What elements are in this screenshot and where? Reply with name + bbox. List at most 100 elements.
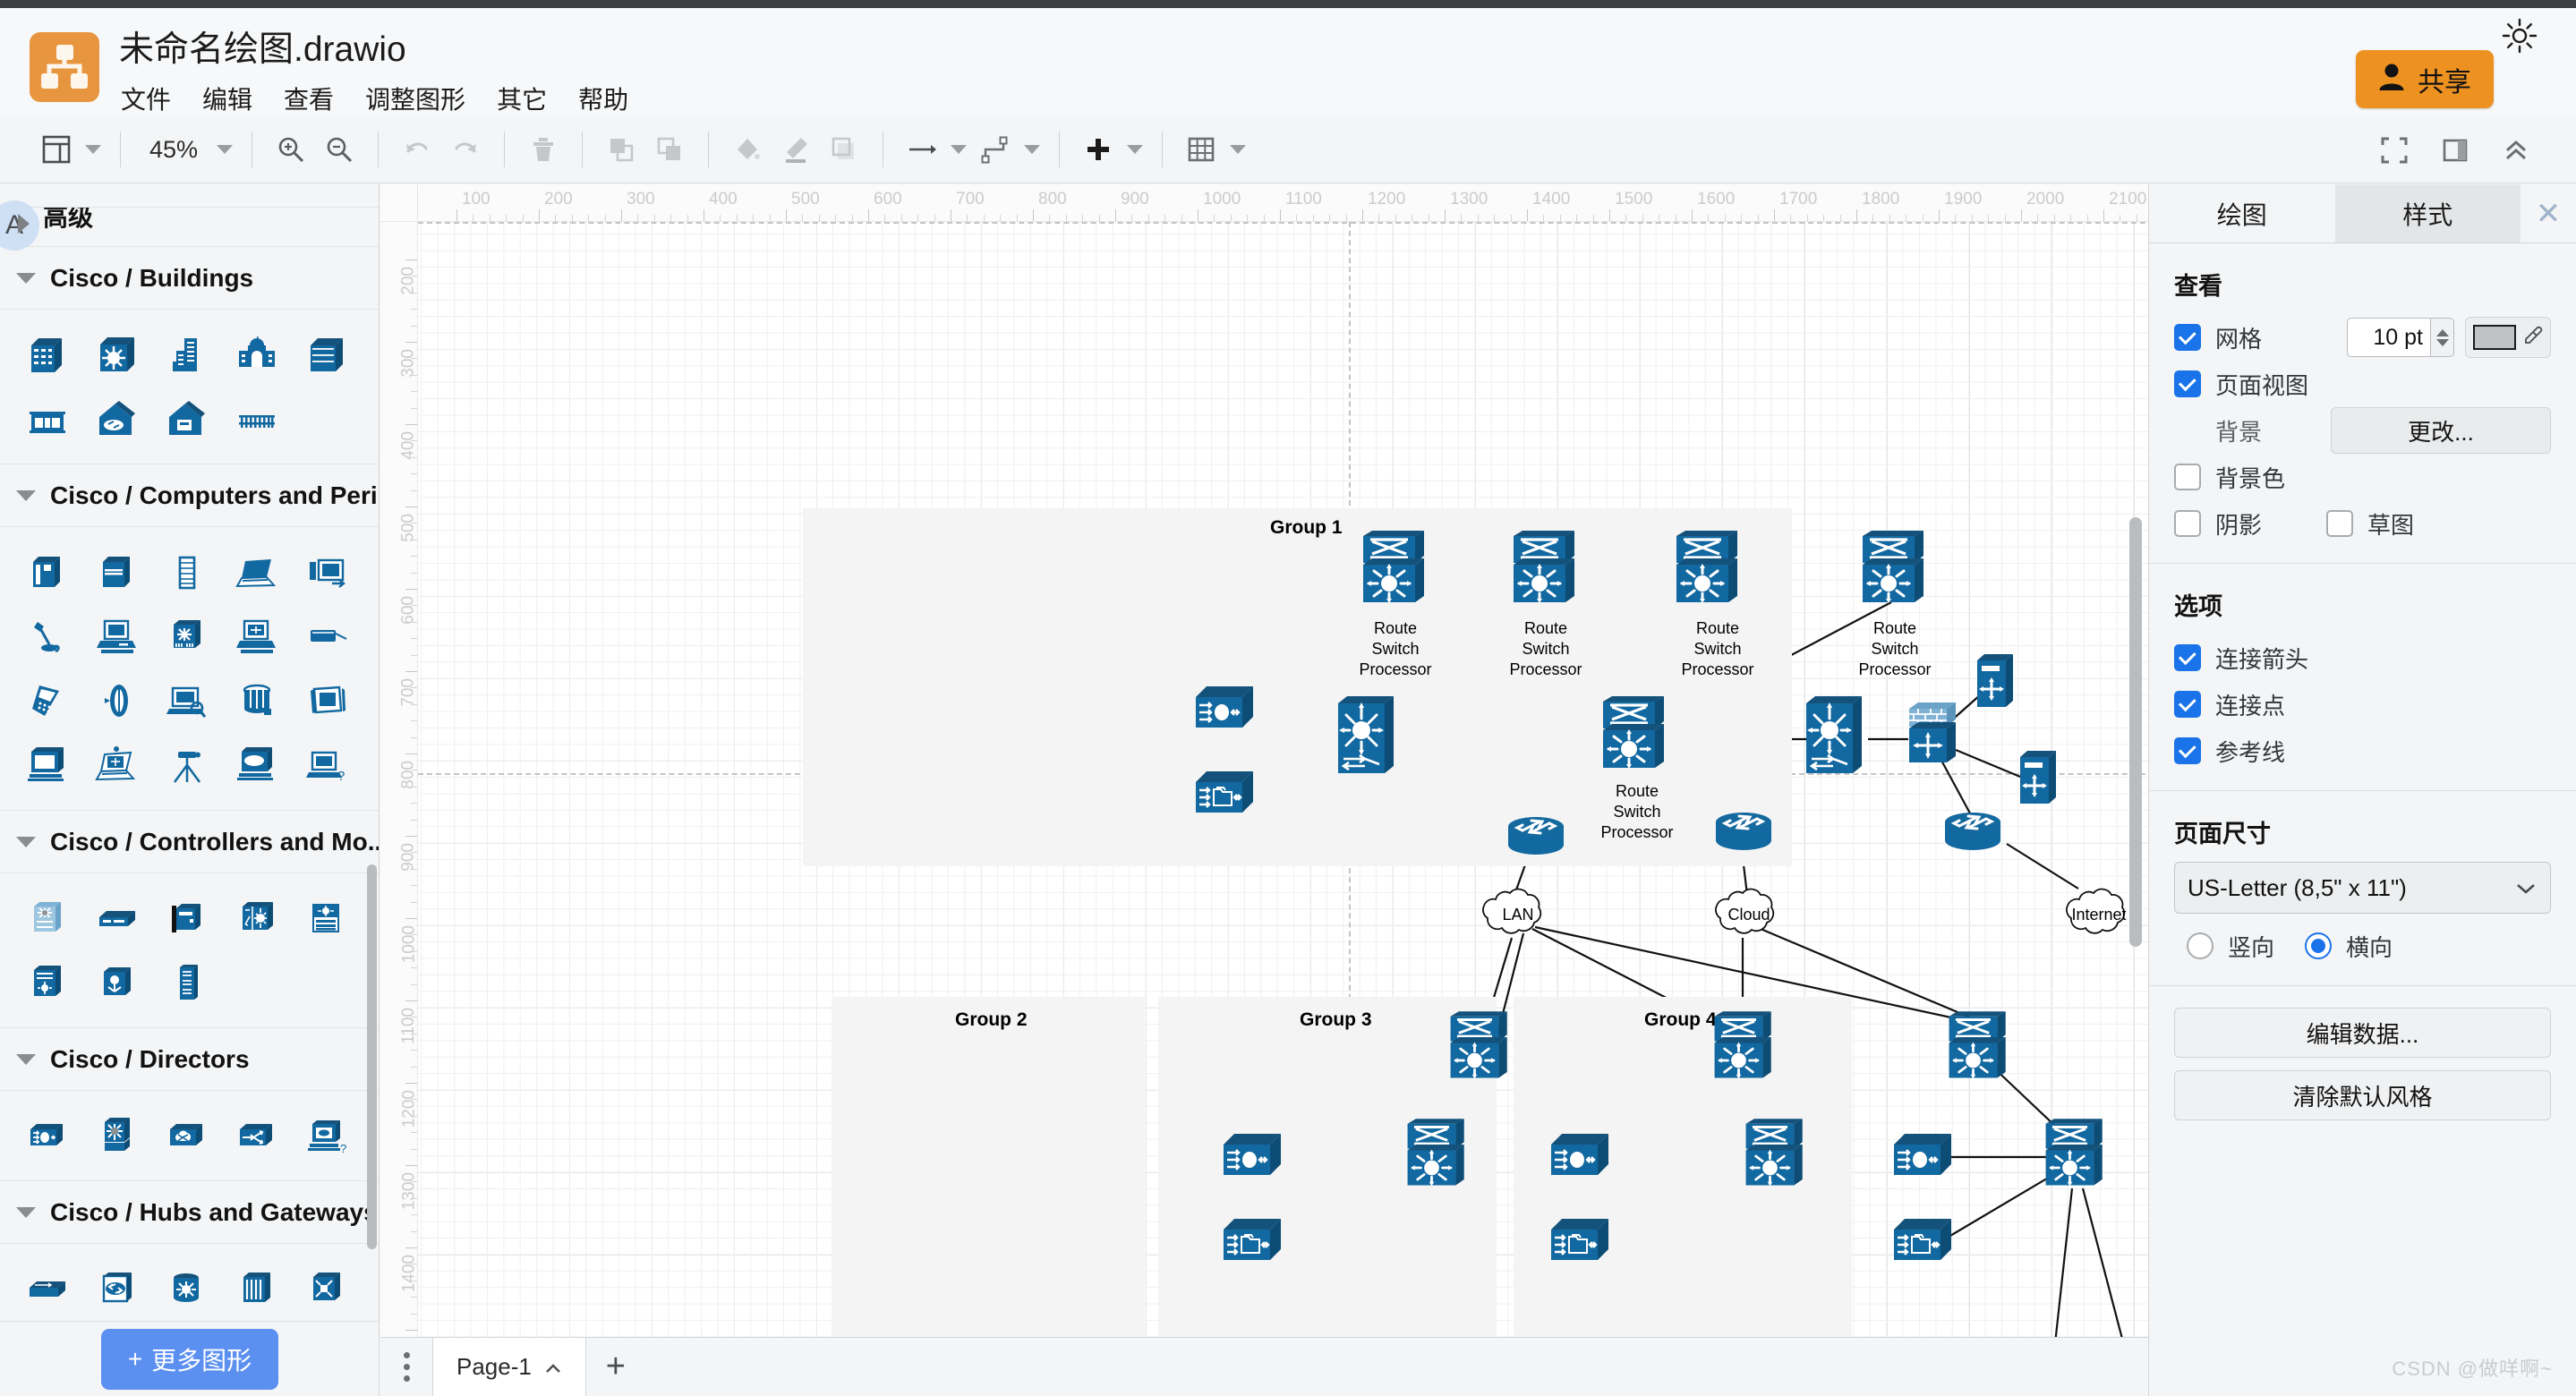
workstation-router-icon[interactable] — [222, 604, 292, 668]
sidebar-section-cisco-controllers[interactable]: Cisco / Controllers and Mo... — [0, 811, 380, 873]
sidebar-scrollbar[interactable] — [367, 864, 377, 1249]
microphone-icon[interactable] — [13, 604, 82, 668]
table-caret-icon[interactable] — [1225, 125, 1250, 174]
table-icon[interactable] — [1177, 125, 1225, 174]
tab-style[interactable]: 样式 — [2335, 184, 2521, 243]
route-switch-processor-node[interactable] — [1944, 1011, 2014, 1091]
menu-edit[interactable]: 编辑 — [200, 81, 254, 119]
edit-data-button[interactable]: 编辑数据... — [2174, 1008, 2551, 1058]
tripod-camera-icon[interactable] — [152, 733, 222, 797]
menu-help[interactable]: 帮助 — [576, 81, 630, 119]
insert-plus-icon[interactable] — [1074, 125, 1122, 174]
branch-office-icon[interactable] — [13, 387, 82, 451]
close-icon[interactable]: ✕ — [2521, 184, 2576, 243]
tab-diagram[interactable]: 绘图 — [2149, 184, 2335, 243]
share-button[interactable]: 共享 — [2356, 50, 2494, 108]
router-node[interactable] — [1503, 813, 1569, 867]
route-switch-processor-node[interactable] — [1358, 531, 1433, 616]
zoom-in-icon[interactable] — [267, 125, 315, 174]
canvas-vertical-scrollbar[interactable] — [2129, 517, 2142, 947]
zoom-level-label[interactable]: 45% — [135, 136, 212, 164]
router-node[interactable] — [1940, 808, 2006, 863]
route-switch-processor-node[interactable] — [1741, 1119, 1811, 1198]
multiservice-switch-icon[interactable] — [222, 886, 292, 950]
warehouse-icon[interactable] — [292, 322, 362, 387]
chevron-up-icon[interactable] — [544, 1353, 562, 1381]
format-panel-icon[interactable] — [2431, 126, 2479, 174]
route-switch-processor-node[interactable] — [1671, 531, 1746, 616]
sidebar-section-cisco-computers[interactable]: Cisco / Computers and Peri... — [0, 464, 380, 527]
fullscreen-icon[interactable] — [2370, 126, 2418, 174]
document-title[interactable]: 未命名绘图.drawio — [119, 27, 630, 73]
storage-array-node[interactable] — [1548, 1130, 1614, 1187]
modem-switch-icon[interactable] — [152, 604, 222, 668]
zoom-out-icon[interactable] — [315, 125, 363, 174]
sun-icon[interactable] — [2500, 16, 2539, 55]
route-switch-processor-node[interactable] — [1508, 531, 1583, 616]
laptop-video-icon[interactable] — [82, 733, 152, 797]
vertical-module-icon[interactable] — [152, 950, 222, 1015]
add-page-icon[interactable]: + — [586, 1338, 645, 1396]
content-engine-icon[interactable] — [82, 950, 152, 1015]
file-server-node[interactable] — [1548, 1215, 1614, 1272]
director-console-icon[interactable]: ? — [292, 1103, 362, 1168]
route-switch-processor-node[interactable] — [1710, 1011, 1779, 1091]
director-class-switch-icon[interactable] — [82, 1103, 152, 1168]
panel-layout-icon[interactable] — [32, 125, 81, 174]
file-server-node[interactable] — [1192, 768, 1258, 824]
orientation-landscape-radio[interactable] — [2305, 932, 2332, 959]
router-node[interactable] — [1710, 808, 1777, 863]
route-switch-processor-core-node[interactable] — [1598, 696, 1673, 781]
vertical-ruler[interactable]: 2003004005006007008009001000110012001300… — [380, 222, 418, 1396]
generic-building-icon[interactable] — [82, 322, 152, 387]
route-switch-processor-node[interactable] — [2041, 1119, 2111, 1198]
background-color-checkbox[interactable] — [2174, 464, 2201, 490]
sidebar-expand-arrow-icon[interactable] — [18, 214, 30, 234]
striped-hub-icon[interactable] — [222, 1256, 292, 1321]
sidebar-section-cisco-directors[interactable]: Cisco / Directors — [0, 1028, 380, 1091]
house-router-icon[interactable] — [82, 387, 152, 451]
insert-caret-icon[interactable] — [1122, 125, 1147, 174]
satellite-dish-icon[interactable] — [82, 668, 152, 733]
cylinder-hub-icon[interactable] — [152, 1256, 222, 1321]
office-building-icon[interactable] — [13, 322, 82, 387]
route-switch-processor-node[interactable] — [1403, 1119, 1472, 1198]
crt-monitor-icon[interactable] — [13, 733, 82, 797]
page-menu-icon[interactable] — [380, 1338, 432, 1396]
house-server-icon[interactable] — [152, 387, 222, 451]
route-switch-processor-node[interactable] — [1857, 531, 1932, 616]
page-tab-1[interactable]: Page-1 — [432, 1338, 586, 1396]
file-server-node[interactable] — [1220, 1215, 1286, 1272]
grid-size-input[interactable]: 10 pt — [2347, 318, 2431, 357]
scanner-icon[interactable] — [292, 604, 362, 668]
grid-color-button[interactable] — [2465, 317, 2551, 358]
horizontal-ruler[interactable]: 1002003004005006007008009001000110012001… — [380, 184, 2148, 222]
collapse-chevrons-icon[interactable] — [2492, 126, 2540, 174]
connection-arrows-checkbox[interactable] — [2174, 644, 2201, 671]
fence-icon[interactable] — [222, 387, 292, 451]
multilayer-switch-node[interactable] — [1333, 694, 1404, 788]
server-node[interactable] — [1974, 651, 2020, 720]
menu-arrange[interactable]: 调整图形 — [363, 81, 467, 119]
pda-icon[interactable] — [13, 668, 82, 733]
access-gateway-icon[interactable] — [292, 1256, 362, 1321]
monitor-search-icon[interactable] — [152, 668, 222, 733]
waypoint-caret-icon[interactable] — [1019, 125, 1045, 174]
connection-caret-icon[interactable] — [946, 125, 971, 174]
printer-cloud-icon[interactable] — [222, 733, 292, 797]
storage-array-node[interactable] — [1220, 1130, 1286, 1187]
cylinder-storage-icon[interactable] — [222, 668, 292, 733]
grid-checkbox[interactable] — [2174, 324, 2201, 351]
connection-points-checkbox[interactable] — [2174, 691, 2201, 718]
eyedropper-icon[interactable] — [2523, 326, 2543, 350]
menu-file[interactable]: 文件 — [119, 81, 173, 119]
sketch-checkbox[interactable] — [2326, 510, 2353, 537]
modem-icon[interactable] — [152, 886, 222, 950]
storage-director-icon[interactable] — [13, 1103, 82, 1168]
background-change-button[interactable]: 更改... — [2331, 407, 2551, 454]
monitor-arrow-icon[interactable] — [292, 540, 362, 604]
wireless-controller-icon[interactable] — [13, 886, 82, 950]
sidebar-section-cisco-hubs[interactable]: Cisco / Hubs and Gateways — [0, 1181, 380, 1244]
page-view-checkbox[interactable] — [2174, 370, 2201, 397]
menu-view[interactable]: 查看 — [282, 81, 336, 119]
